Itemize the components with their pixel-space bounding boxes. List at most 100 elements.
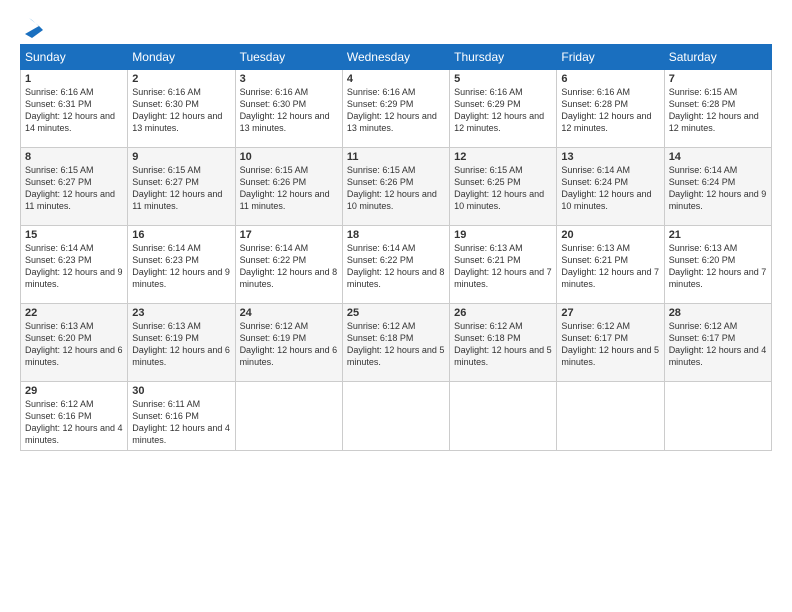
calendar-cell: 26Sunrise: 6:12 AMSunset: 6:18 PMDayligh… (450, 304, 557, 382)
day-info: Sunrise: 6:14 AMSunset: 6:22 PMDaylight:… (240, 242, 338, 291)
day-number: 15 (25, 229, 123, 241)
calendar-cell (450, 382, 557, 451)
day-number: 9 (132, 151, 230, 163)
calendar-cell: 10Sunrise: 6:15 AMSunset: 6:26 PMDayligh… (235, 148, 342, 226)
day-info: Sunrise: 6:11 AMSunset: 6:16 PMDaylight:… (132, 398, 230, 447)
day-info: Sunrise: 6:13 AMSunset: 6:20 PMDaylight:… (25, 320, 123, 369)
calendar-cell: 22Sunrise: 6:13 AMSunset: 6:20 PMDayligh… (21, 304, 128, 382)
calendar-cell: 29Sunrise: 6:12 AMSunset: 6:16 PMDayligh… (21, 382, 128, 451)
day-info: Sunrise: 6:16 AMSunset: 6:31 PMDaylight:… (25, 86, 123, 135)
calendar-cell: 16Sunrise: 6:14 AMSunset: 6:23 PMDayligh… (128, 226, 235, 304)
day-info: Sunrise: 6:14 AMSunset: 6:24 PMDaylight:… (561, 164, 659, 213)
day-info: Sunrise: 6:13 AMSunset: 6:21 PMDaylight:… (561, 242, 659, 291)
day-number: 10 (240, 151, 338, 163)
calendar-cell: 28Sunrise: 6:12 AMSunset: 6:17 PMDayligh… (664, 304, 771, 382)
calendar-header-sunday: Sunday (21, 45, 128, 70)
day-info: Sunrise: 6:14 AMSunset: 6:23 PMDaylight:… (132, 242, 230, 291)
day-info: Sunrise: 6:12 AMSunset: 6:18 PMDaylight:… (454, 320, 552, 369)
day-number: 13 (561, 151, 659, 163)
calendar-header-wednesday: Wednesday (342, 45, 449, 70)
calendar-week-3: 15Sunrise: 6:14 AMSunset: 6:23 PMDayligh… (21, 226, 772, 304)
calendar-cell: 30Sunrise: 6:11 AMSunset: 6:16 PMDayligh… (128, 382, 235, 451)
day-number: 7 (669, 73, 767, 85)
calendar-cell: 11Sunrise: 6:15 AMSunset: 6:26 PMDayligh… (342, 148, 449, 226)
calendar-cell: 12Sunrise: 6:15 AMSunset: 6:25 PMDayligh… (450, 148, 557, 226)
calendar-cell: 27Sunrise: 6:12 AMSunset: 6:17 PMDayligh… (557, 304, 664, 382)
day-info: Sunrise: 6:14 AMSunset: 6:23 PMDaylight:… (25, 242, 123, 291)
logo (20, 16, 44, 38)
day-info: Sunrise: 6:13 AMSunset: 6:19 PMDaylight:… (132, 320, 230, 369)
day-info: Sunrise: 6:13 AMSunset: 6:21 PMDaylight:… (454, 242, 552, 291)
calendar-week-2: 8 Sunrise: 6:15 AMSunset: 6:27 PMDaylight… (21, 148, 772, 226)
calendar-cell: 1Sunrise: 6:16 AMSunset: 6:31 PMDaylight… (21, 70, 128, 148)
day-number: 20 (561, 229, 659, 241)
calendar-cell (235, 382, 342, 451)
day-info: Sunrise: 6:14 AMSunset: 6:24 PMDaylight:… (669, 164, 767, 213)
calendar-week-5: 29Sunrise: 6:12 AMSunset: 6:16 PMDayligh… (21, 382, 772, 451)
logo-text (20, 16, 44, 38)
day-info: Sunrise: 6:16 AMSunset: 6:30 PMDaylight:… (240, 86, 338, 135)
day-info: Sunrise: 6:16 AMSunset: 6:30 PMDaylight:… (132, 86, 230, 135)
calendar-cell: 23Sunrise: 6:13 AMSunset: 6:19 PMDayligh… (128, 304, 235, 382)
calendar-week-1: 1Sunrise: 6:16 AMSunset: 6:31 PMDaylight… (21, 70, 772, 148)
day-info: Sunrise: 6:15 AMSunset: 6:28 PMDaylight:… (669, 86, 767, 135)
day-info: Sunrise: 6:15 AMSunset: 6:25 PMDaylight:… (454, 164, 552, 213)
day-info: Sunrise: 6:12 AMSunset: 6:16 PMDaylight:… (25, 398, 123, 447)
day-number: 8 (25, 151, 123, 163)
calendar-header-tuesday: Tuesday (235, 45, 342, 70)
calendar-header-thursday: Thursday (450, 45, 557, 70)
calendar-cell: 7Sunrise: 6:15 AMSunset: 6:28 PMDaylight… (664, 70, 771, 148)
calendar-cell: 14Sunrise: 6:14 AMSunset: 6:24 PMDayligh… (664, 148, 771, 226)
calendar-cell: 5Sunrise: 6:16 AMSunset: 6:29 PMDaylight… (450, 70, 557, 148)
day-number: 19 (454, 229, 552, 241)
calendar-cell: 24Sunrise: 6:12 AMSunset: 6:19 PMDayligh… (235, 304, 342, 382)
calendar-cell: 13Sunrise: 6:14 AMSunset: 6:24 PMDayligh… (557, 148, 664, 226)
day-info: Sunrise: 6:12 AMSunset: 6:17 PMDaylight:… (669, 320, 767, 369)
day-number: 27 (561, 307, 659, 319)
day-number: 14 (669, 151, 767, 163)
day-number: 23 (132, 307, 230, 319)
calendar-week-4: 22Sunrise: 6:13 AMSunset: 6:20 PMDayligh… (21, 304, 772, 382)
calendar-header-row: SundayMondayTuesdayWednesdayThursdayFrid… (21, 45, 772, 70)
day-number: 17 (240, 229, 338, 241)
day-info: Sunrise: 6:16 AMSunset: 6:29 PMDaylight:… (347, 86, 445, 135)
day-number: 16 (132, 229, 230, 241)
day-number: 11 (347, 151, 445, 163)
calendar-cell: 6Sunrise: 6:16 AMSunset: 6:28 PMDaylight… (557, 70, 664, 148)
calendar-cell: 21Sunrise: 6:13 AMSunset: 6:20 PMDayligh… (664, 226, 771, 304)
calendar-cell: 19Sunrise: 6:13 AMSunset: 6:21 PMDayligh… (450, 226, 557, 304)
calendar-table: SundayMondayTuesdayWednesdayThursdayFrid… (20, 44, 772, 451)
calendar-cell: 20Sunrise: 6:13 AMSunset: 6:21 PMDayligh… (557, 226, 664, 304)
day-number: 6 (561, 73, 659, 85)
day-info: Sunrise: 6:15 AMSunset: 6:26 PMDaylight:… (240, 164, 338, 213)
day-number: 5 (454, 73, 552, 85)
calendar-cell (342, 382, 449, 451)
calendar-cell (664, 382, 771, 451)
day-number: 29 (25, 385, 123, 397)
day-info: Sunrise: 6:12 AMSunset: 6:18 PMDaylight:… (347, 320, 445, 369)
calendar-cell (557, 382, 664, 451)
calendar-cell: 25Sunrise: 6:12 AMSunset: 6:18 PMDayligh… (342, 304, 449, 382)
page: SundayMondayTuesdayWednesdayThursdayFrid… (0, 0, 792, 612)
day-info: Sunrise: 6:15 AMSunset: 6:27 PMDaylight:… (132, 164, 230, 213)
day-info: Sunrise: 6:15 AMSunset: 6:26 PMDaylight:… (347, 164, 445, 213)
calendar-cell: 17Sunrise: 6:14 AMSunset: 6:22 PMDayligh… (235, 226, 342, 304)
calendar-cell: 8Sunrise: 6:15 AMSunset: 6:27 PMDaylight… (21, 148, 128, 226)
calendar-header-saturday: Saturday (664, 45, 771, 70)
day-number: 3 (240, 73, 338, 85)
day-info: Sunrise: 6:12 AMSunset: 6:17 PMDaylight:… (561, 320, 659, 369)
day-number: 21 (669, 229, 767, 241)
calendar-cell: 4Sunrise: 6:16 AMSunset: 6:29 PMDaylight… (342, 70, 449, 148)
day-number: 22 (25, 307, 123, 319)
day-info: Sunrise: 6:13 AMSunset: 6:20 PMDaylight:… (669, 242, 767, 291)
calendar-cell: 9Sunrise: 6:15 AMSunset: 6:27 PMDaylight… (128, 148, 235, 226)
day-info: Sunrise: 6:16 AMSunset: 6:29 PMDaylight:… (454, 86, 552, 135)
day-number: 12 (454, 151, 552, 163)
day-number: 2 (132, 73, 230, 85)
day-number: 24 (240, 307, 338, 319)
calendar-cell: 15Sunrise: 6:14 AMSunset: 6:23 PMDayligh… (21, 226, 128, 304)
calendar-cell: 2Sunrise: 6:16 AMSunset: 6:30 PMDaylight… (128, 70, 235, 148)
day-number: 1 (25, 73, 123, 85)
day-number: 28 (669, 307, 767, 319)
day-info: Sunrise: 6:16 AMSunset: 6:28 PMDaylight:… (561, 86, 659, 135)
